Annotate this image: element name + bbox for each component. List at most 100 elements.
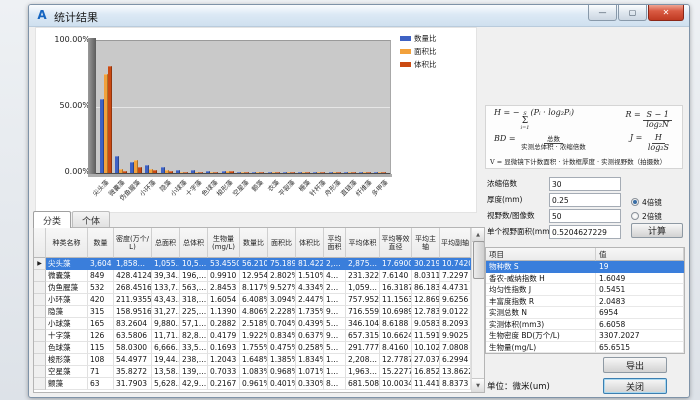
table-cell[interactable]: 2,875… [346, 258, 380, 270]
table-cell[interactable]: 1.385% [268, 354, 296, 366]
table-cell[interactable]: 4.806% [240, 306, 268, 318]
table-cell[interactable]: 1.071% [296, 366, 324, 378]
title-bar[interactable]: A 统计结果 —▢✕ [29, 5, 689, 27]
table-cell[interactable]: 2,208… [346, 354, 380, 366]
table-cell[interactable]: 9.9025 [440, 330, 471, 342]
table-cell[interactable]: 43,43… [152, 294, 180, 306]
table-cell[interactable]: 196,… [180, 270, 208, 282]
table-cell[interactable]: 2.8453 [208, 282, 240, 294]
table-cell[interactable]: 63 [88, 378, 114, 390]
table-cell[interactable]: 7.2297 [440, 270, 471, 282]
table-cell[interactable]: 梭形藻 [46, 354, 88, 366]
result-item-value[interactable]: 65.6515 [596, 342, 684, 354]
result-item-label[interactable]: 香农-威纳指数 H [486, 273, 596, 285]
table-cell[interactable]: 2.447% [296, 294, 324, 306]
table-cell[interactable]: 色球藻 [46, 342, 88, 354]
table-cell[interactable]: 1… [324, 366, 346, 378]
table-cell[interactable]: 1,055… [152, 258, 180, 270]
table-cell[interactable]: 0.1693 [208, 342, 240, 354]
table-cell[interactable]: 空星藻 [46, 366, 88, 378]
table-cell[interactable]: 9.527% [268, 282, 296, 294]
table-cell[interactable]: 11.1563 [380, 294, 412, 306]
result-item-value[interactable]: 19 [596, 261, 684, 273]
table-cell[interactable]: 8.4160 [380, 342, 412, 354]
table-cell[interactable]: 9.0583 [412, 318, 440, 330]
table-cell[interactable]: 39,34… [152, 270, 180, 282]
table-cell[interactable]: 108 [88, 354, 114, 366]
table-cell[interactable]: 86.1834 [412, 282, 440, 294]
table-cell[interactable]: 681.5084 [346, 378, 380, 390]
table-cell[interactable]: 15.2277 [380, 366, 412, 378]
table-cell[interactable]: 315 [88, 306, 114, 318]
table-cell[interactable]: 716.5592 [346, 306, 380, 318]
table-cell[interactable]: 225,… [180, 306, 208, 318]
table-cell[interactable]: 8.8373 [440, 378, 471, 390]
table-cell[interactable]: 268.4516 [114, 282, 152, 294]
table-cell[interactable]: 1.510% [296, 270, 324, 282]
table-cell[interactable]: 1… [324, 294, 346, 306]
result-item-label[interactable]: 生物密度 BD(万个/L) [486, 330, 596, 342]
table-cell[interactable]: 42,9… [180, 378, 208, 390]
table-cell[interactable]: 81.422% [296, 258, 324, 270]
table-cell[interactable]: 0.2882 [208, 318, 240, 330]
row-selector[interactable] [34, 306, 46, 318]
table-cell[interactable]: 63.5806 [114, 330, 152, 342]
table-cell[interactable]: 75.189% [268, 258, 296, 270]
table-cell[interactable]: 139,… [180, 366, 208, 378]
table-cell[interactable]: 10.7420 [440, 258, 471, 270]
table-cell[interactable]: 11.5917 [412, 330, 440, 342]
table-cell[interactable]: 尖头藻 [46, 258, 88, 270]
table-cell[interactable]: 1,858… [114, 258, 152, 270]
row-selector[interactable] [34, 342, 46, 354]
table-cell[interactable]: 1,059… [346, 282, 380, 294]
table-cell[interactable]: 420 [88, 294, 114, 306]
single-field-area-input[interactable] [549, 225, 621, 239]
table-cell[interactable]: 10.0034 [380, 378, 412, 390]
table-cell[interactable]: 532 [88, 282, 114, 294]
table-cell[interactable]: 12.7787 [380, 354, 412, 366]
table-cell[interactable]: 8.117% [240, 282, 268, 294]
table-cell[interactable]: 31.7903 [114, 378, 152, 390]
table-cell[interactable]: 0.637% [296, 330, 324, 342]
table-cell[interactable]: 5,628… [152, 378, 180, 390]
thickness-input[interactable] [549, 193, 621, 207]
table-cell[interactable]: 1.648% [240, 354, 268, 366]
table-cell[interactable]: 27.0373 [412, 354, 440, 366]
table-cell[interactable]: 11.4413 [412, 378, 440, 390]
table-cell[interactable]: 6.408% [240, 294, 268, 306]
scrollbar-thumb[interactable] [473, 241, 485, 279]
result-item-label[interactable]: 物种数 S [486, 261, 596, 273]
table-cell[interactable]: 4.334% [296, 282, 324, 294]
table-cell[interactable]: 11,71… [152, 330, 180, 342]
table-cell[interactable]: 9… [324, 330, 346, 342]
table-cell[interactable]: 5… [324, 342, 346, 354]
table-cell[interactable]: 2… [324, 282, 346, 294]
table-cell[interactable]: 9.6256 [440, 294, 471, 306]
table-cell[interactable]: 1.922% [240, 330, 268, 342]
table-cell[interactable]: 126 [88, 330, 114, 342]
table-cell[interactable]: 1,963… [346, 366, 380, 378]
table-cell[interactable]: 54.4977 [114, 354, 152, 366]
table-cell[interactable]: 8.0311 [412, 270, 440, 282]
row-selector[interactable] [34, 330, 46, 342]
table-cell[interactable]: 71 [88, 366, 114, 378]
export-button[interactable]: 导出 [603, 357, 667, 373]
table-cell[interactable]: 757.9526 [346, 294, 380, 306]
table-cell[interactable]: 346.1044 [346, 318, 380, 330]
result-item-label[interactable]: 丰富度指数 R [486, 296, 596, 308]
table-cell[interactable]: 0.258% [296, 342, 324, 354]
table-cell[interactable]: 0.9910 [208, 270, 240, 282]
table-cell[interactable]: 318,… [180, 294, 208, 306]
table-cell[interactable]: 211.9355 [114, 294, 152, 306]
table-cell[interactable]: 2.802% [268, 270, 296, 282]
table-cell[interactable]: 3.094% [268, 294, 296, 306]
table-cell[interactable]: 9… [324, 306, 346, 318]
table-cell[interactable]: 12.7837 [412, 306, 440, 318]
table-cell[interactable]: 16.3187 [380, 282, 412, 294]
table-cell[interactable]: 657.3158 [346, 330, 380, 342]
table-cell[interactable]: 伪鱼腥藻 [46, 282, 88, 294]
table-cell[interactable]: 12.8690 [412, 294, 440, 306]
table-cell[interactable]: 31,27… [152, 306, 180, 318]
table-cell[interactable]: 8.6188 [380, 318, 412, 330]
results-table[interactable]: 项目值物种数 S19香农-威纳指数 H1.6049均匀性指数 J0.5451丰富… [485, 247, 685, 354]
